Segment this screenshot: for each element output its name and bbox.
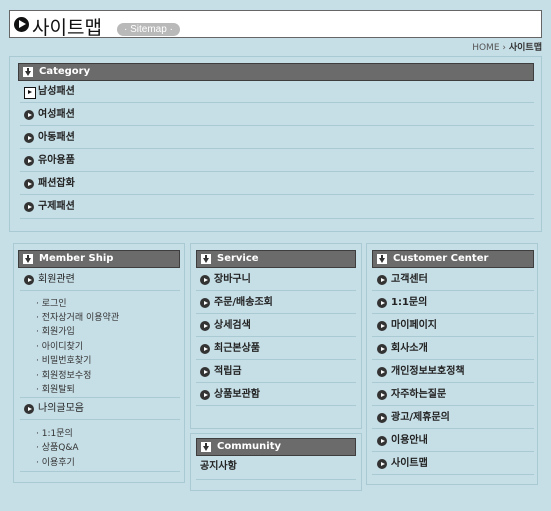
category-panel — [9, 56, 542, 232]
breadcrumb-current: 사이트맵 — [508, 43, 542, 53]
customer-item-help-center[interactable]: 고객센터 — [377, 274, 428, 286]
arrow-down-icon — [201, 442, 211, 452]
service-header-label: Service — [217, 253, 259, 264]
membership-header: Member Ship — [18, 250, 180, 268]
arrow-down-icon — [23, 254, 33, 264]
category-item-women[interactable]: 여성패션 — [24, 109, 75, 121]
member-link-login[interactable]: · 로그인 — [36, 296, 67, 309]
customer-item-inquiry[interactable]: 1:1문의 — [377, 297, 427, 309]
category-header: Category — [18, 63, 534, 81]
customer-item-about[interactable]: 회사소개 — [377, 343, 428, 355]
divider — [20, 102, 534, 103]
page-title: 사이트맵 — [32, 17, 102, 39]
divider — [372, 451, 534, 452]
service-item-wishlist[interactable]: 상품보관함 — [200, 389, 260, 401]
service-item-order-tracking[interactable]: 주문/배송조회 — [200, 297, 273, 309]
category-header-label: Category — [39, 66, 91, 77]
divider — [196, 290, 356, 291]
customer-item-privacy[interactable]: 개인정보보호정책 — [377, 366, 465, 378]
divider — [20, 471, 180, 472]
member-link-reviews[interactable]: · 이용후기 — [36, 455, 75, 468]
divider — [20, 148, 534, 149]
divider — [196, 405, 356, 406]
sitemap-badge: · Sitemap · — [117, 23, 180, 36]
divider — [372, 474, 534, 475]
breadcrumb-separator: › — [502, 43, 506, 53]
divider — [20, 171, 534, 172]
member-link-product-qa[interactable]: · 상품Q&A — [36, 440, 79, 453]
category-item-kids[interactable]: 아동패션 — [24, 132, 75, 144]
divider — [372, 290, 534, 291]
category-item-men[interactable]: 남성패션 — [24, 86, 75, 99]
divider — [20, 419, 180, 420]
divider — [372, 313, 534, 314]
category-item-vintage[interactable]: 구제패션 — [24, 201, 75, 213]
arrow-down-icon — [201, 254, 211, 264]
divider — [372, 428, 534, 429]
customer-item-guide[interactable]: 이용안내 — [377, 435, 428, 447]
category-item-baby[interactable]: 유아용품 — [24, 155, 75, 167]
divider — [20, 290, 180, 291]
page-title-box: 사이트맵 · Sitemap · — [9, 10, 542, 39]
divider — [20, 397, 180, 398]
member-link-inquiry[interactable]: · 1:1문의 — [36, 426, 73, 439]
member-link-withdraw[interactable]: · 회원탈퇴 — [36, 382, 75, 395]
member-link-terms[interactable]: · 전자상거래 이용약관 — [36, 310, 119, 323]
customer-center-header: Customer Center — [372, 250, 534, 268]
customer-item-faq[interactable]: 자주하는질문 — [377, 389, 446, 401]
divider — [196, 479, 356, 480]
divider — [196, 359, 356, 360]
arrow-down-icon — [377, 254, 387, 264]
membership-header-label: Member Ship — [39, 253, 114, 264]
play-circle-icon — [14, 17, 29, 32]
divider — [372, 382, 534, 383]
community-header: Community — [196, 438, 356, 456]
member-link-signup[interactable]: · 회원가입 — [36, 324, 75, 337]
community-item-notice[interactable]: 공지사항 — [200, 461, 237, 473]
divider — [20, 218, 534, 219]
category-item-accessories[interactable]: 패션잡화 — [24, 178, 75, 190]
service-item-recent-items[interactable]: 최근본상품 — [200, 343, 260, 355]
divider — [196, 336, 356, 337]
member-link-edit-info[interactable]: · 회원정보수정 — [36, 368, 91, 381]
customer-center-header-label: Customer Center — [393, 253, 489, 264]
member-link-find-id[interactable]: · 아이디찾기 — [36, 339, 83, 352]
member-group-account[interactable]: 회원관련 — [24, 274, 75, 286]
member-link-find-password[interactable]: · 비밀번호찾기 — [36, 353, 91, 366]
arrow-down-icon — [23, 67, 33, 77]
divider — [372, 405, 534, 406]
divider — [372, 359, 534, 360]
service-item-points[interactable]: 적립금 — [200, 366, 242, 378]
breadcrumb-home[interactable]: HOME — [472, 43, 499, 53]
divider — [20, 194, 534, 195]
service-item-cart[interactable]: 장바구니 — [200, 274, 251, 286]
service-item-advanced-search[interactable]: 상세검색 — [200, 320, 251, 332]
service-header: Service — [196, 250, 356, 268]
community-header-label: Community — [217, 441, 282, 452]
customer-item-sitemap[interactable]: 사이트맵 — [377, 458, 428, 470]
divider — [196, 313, 356, 314]
customer-item-advertising[interactable]: 광고/제휴문의 — [377, 412, 450, 424]
member-group-my-posts[interactable]: 나의글모음 — [24, 403, 84, 415]
divider — [372, 336, 534, 337]
customer-item-mypage[interactable]: 마이페이지 — [377, 320, 437, 332]
divider — [196, 382, 356, 383]
divider — [20, 125, 534, 126]
breadcrumb: HOME › 사이트맵 — [472, 40, 542, 53]
